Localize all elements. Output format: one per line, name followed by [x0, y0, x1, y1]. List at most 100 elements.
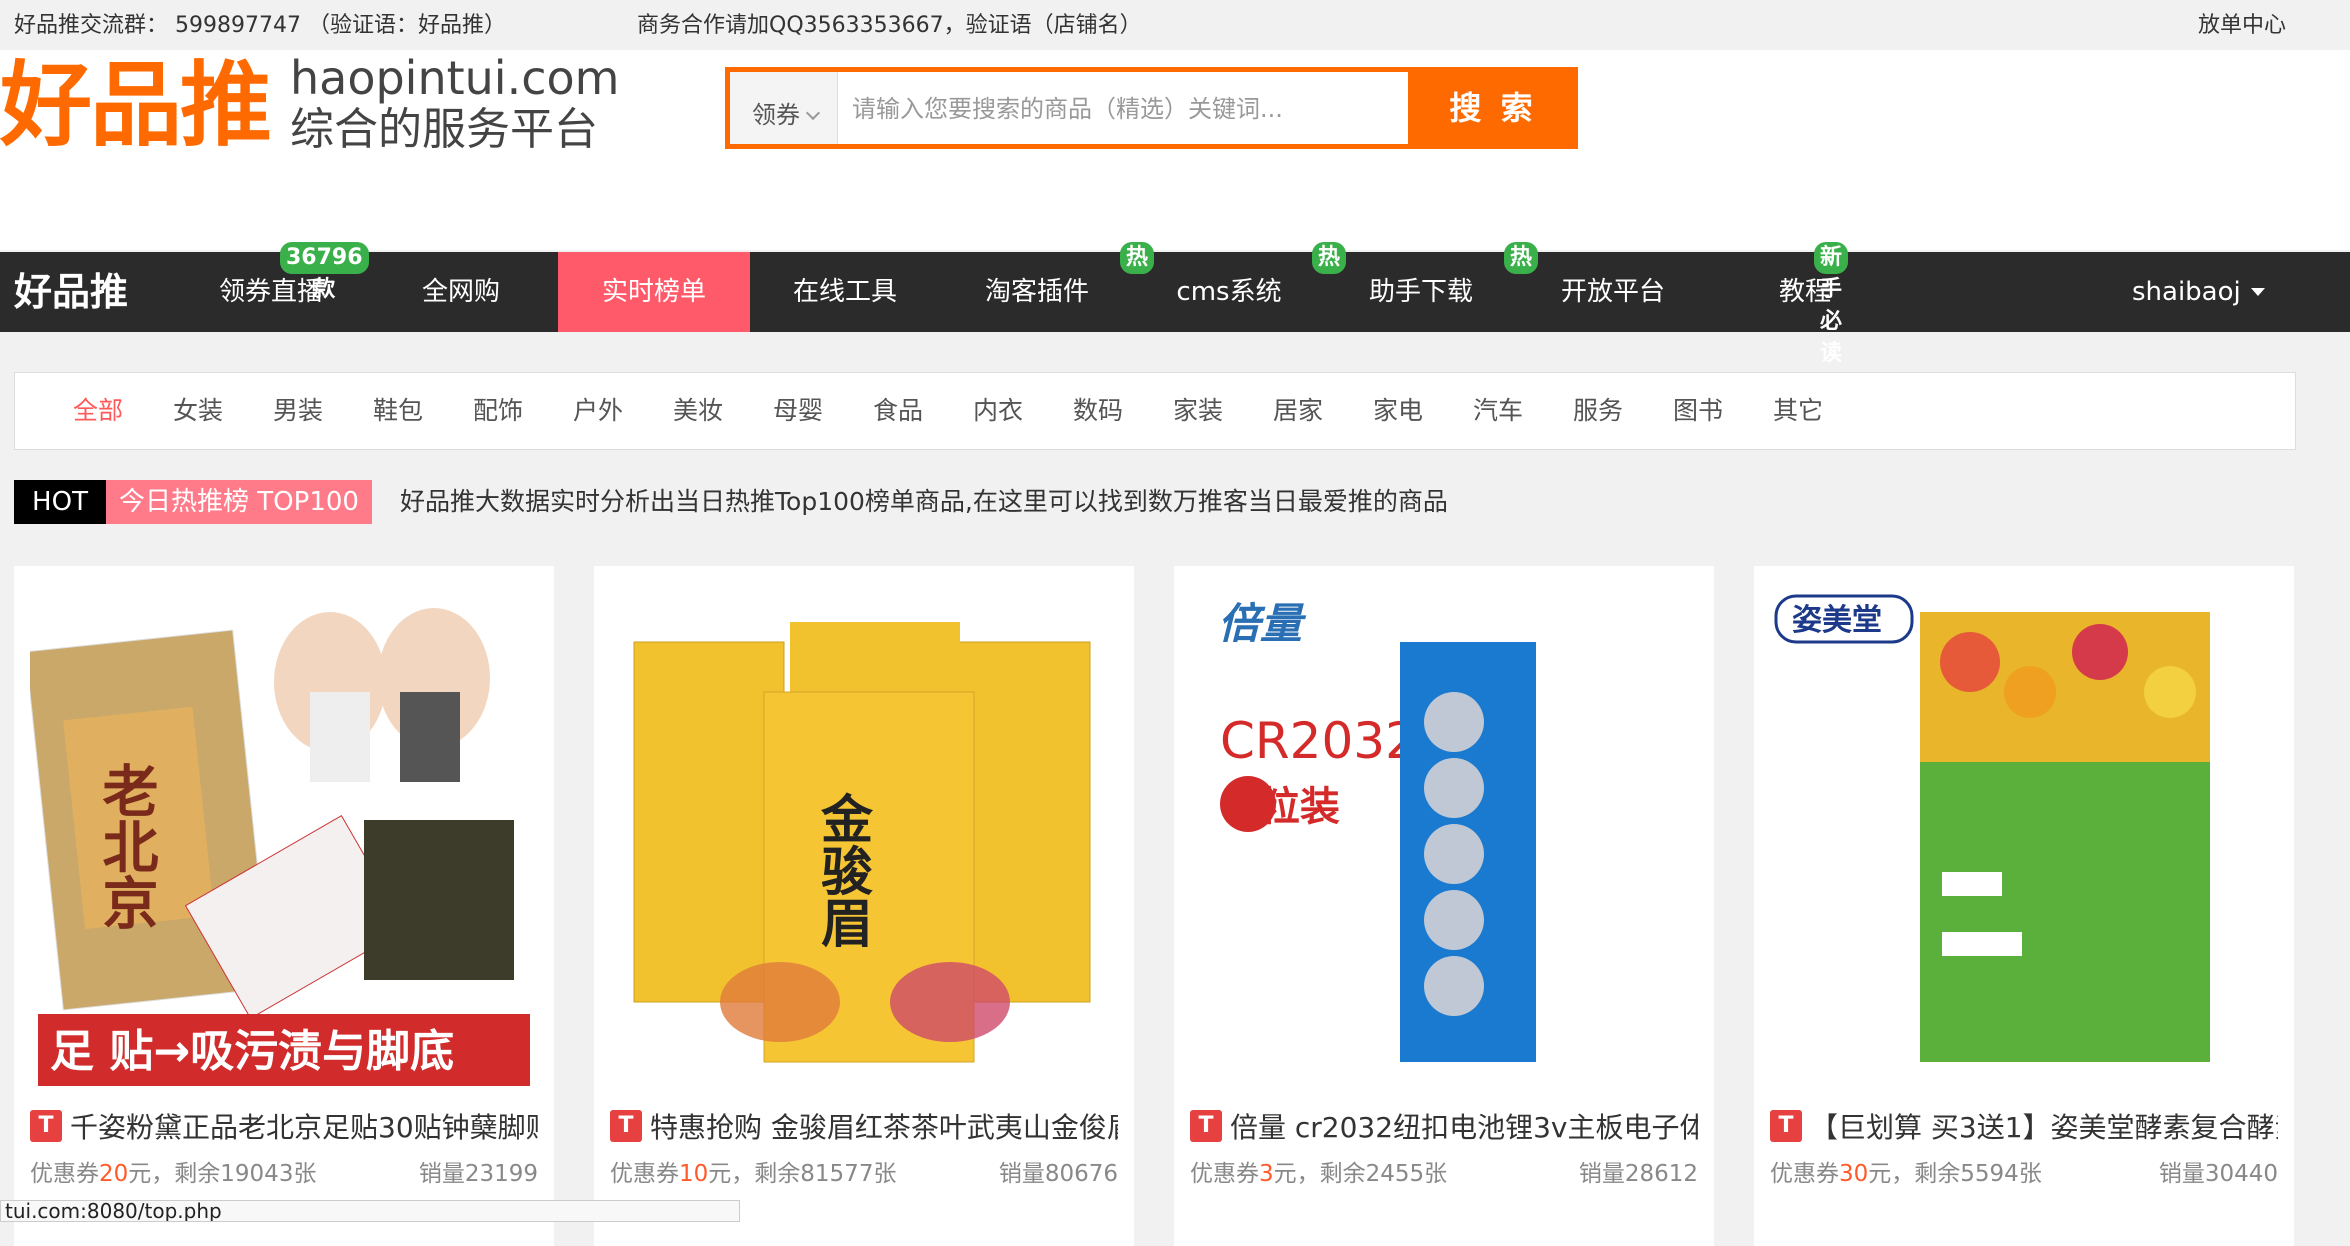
category-item[interactable]: 全部: [73, 393, 123, 429]
product-title-text: 特惠抢购 金骏眉红茶茶叶武夷山金俊眉: [650, 1111, 1118, 1144]
product-title[interactable]: T 倍量 cr2032纽扣电池锂3v主板电子体重: [1190, 1106, 1698, 1150]
search-input[interactable]: [852, 84, 1412, 134]
chevron-down-icon: [805, 105, 821, 121]
tmall-icon: T: [1770, 1110, 1802, 1142]
product-image-brand: 老北京: [93, 762, 159, 930]
group-info: 好品推交流群： 599897747 （验证语：好品推）: [14, 13, 506, 38]
product-coupon: 优惠券10元，剩余81577张: [610, 1156, 896, 1192]
coupon-remaining: 元，剩余19043张: [128, 1161, 317, 1187]
nav-item-label: 开放平台: [1560, 277, 1665, 307]
coupon-label: 优惠券: [1770, 1161, 1839, 1187]
username: shaibaoj: [2132, 277, 2241, 307]
product-title[interactable]: T 【巨划算 买3送1】姿美堂酵素复合酵素: [1770, 1106, 2278, 1150]
search-button[interactable]: 搜 索: [1408, 67, 1578, 149]
hot-title: 今日热推榜 TOP100: [106, 480, 372, 524]
user-menu[interactable]: shaibaoj: [2132, 252, 2265, 332]
category-item[interactable]: 家电: [1373, 393, 1423, 429]
business-info: 商务合作请加QQ3563353667，验证语（店铺名）: [637, 13, 1142, 38]
product-sales: 销量80676: [998, 1161, 1118, 1187]
coupon-label: 优惠券: [1190, 1161, 1259, 1187]
product-title[interactable]: T 特惠抢购 金骏眉红茶茶叶武夷山金俊眉: [610, 1106, 1118, 1150]
product-sales: 销量23199: [418, 1161, 538, 1187]
product-image-brand: 倍量: [1218, 599, 1307, 648]
nav-item-label: 助手下载: [1368, 277, 1473, 307]
product-image[interactable]: 倍量 CR2032 5粒装: [1190, 582, 1698, 1090]
category-item[interactable]: 户外: [573, 393, 623, 429]
coupon-label: 优惠券: [30, 1161, 99, 1187]
category-item[interactable]: 图书: [1673, 393, 1723, 429]
product-image[interactable]: 老北京 足 贴→吸污渍与脚底: [30, 582, 538, 1090]
nav-item-open-platform[interactable]: 开放平台: [1548, 252, 1678, 332]
nav-item-cms[interactable]: cms系统 热: [1164, 242, 1347, 332]
product-image-brand: 金骏眉: [812, 792, 874, 948]
category-item[interactable]: 食品: [873, 393, 923, 429]
search-type-select[interactable]: 领券: [730, 72, 838, 144]
coupon-label: 优惠券: [610, 1161, 679, 1187]
coupon-amount: 10: [679, 1161, 709, 1187]
hot-badge: 热: [1120, 242, 1155, 274]
tmall-icon: T: [1190, 1110, 1222, 1142]
nav-item-label: 在线工具: [792, 277, 897, 307]
coupon-amount: 20: [99, 1161, 129, 1187]
logo-text[interactable]: 好品推: [0, 56, 272, 156]
hot-description: 好品推大数据实时分析出当日热推Top100榜单商品,在这里可以找到数万推客当日最…: [400, 487, 1448, 516]
coupon-remaining: 元，剩余81577张: [708, 1161, 897, 1187]
category-item[interactable]: 女装: [173, 393, 223, 429]
main-nav: 好品推 领券直播 36796款 全网购 实时榜单 在线工具 淘客插件 热 cms…: [0, 242, 2350, 366]
coupon-amount: 3: [1259, 1161, 1274, 1187]
product-card[interactable]: 金骏眉 T 特惠抢购 金骏眉红茶茶叶武夷山金俊眉 优惠券10元，剩余81577张 …: [594, 566, 1134, 1246]
nav-item-all-web[interactable]: 全网购: [398, 252, 524, 332]
hot-badge: 热: [1504, 242, 1539, 274]
category-item[interactable]: 家装: [1173, 393, 1223, 429]
product-card[interactable]: 姿美堂 T 【巨划算 买3送1】姿美堂酵素复合酵素 优惠券30元，剩余5594张 …: [1754, 566, 2294, 1246]
coupon-remaining: 元，剩余2455张: [1273, 1161, 1448, 1187]
category-item[interactable]: 母婴: [773, 393, 823, 429]
product-title[interactable]: T 千姿粉黛正品老北京足贴30贴钟蘖脚贴: [30, 1106, 538, 1150]
category-item[interactable]: 鞋包: [373, 393, 423, 429]
new-user-badge: 新手必读: [1814, 242, 1849, 366]
tmall-icon: T: [30, 1110, 62, 1142]
category-item[interactable]: 内衣: [973, 393, 1023, 429]
nav-brand[interactable]: 好品推: [14, 266, 128, 318]
nav-item-realtime-rank[interactable]: 实时榜单: [558, 252, 750, 332]
category-filter: 全部 女装 男装 鞋包 配饰 户外 美妆 母婴 食品 内衣 数码 家装 居家 家…: [14, 372, 2296, 450]
logo-slogan: 综合的服务平台: [290, 104, 598, 155]
release-center-link[interactable]: 放单中心: [2198, 7, 2286, 39]
nav-item-label: 实时榜单: [601, 277, 706, 307]
coupon-amount: 30: [1839, 1161, 1869, 1187]
product-title-text: 倍量 cr2032纽扣电池锂3v主板电子体重: [1230, 1111, 1698, 1144]
nav-item-assistant-download[interactable]: 助手下载 热: [1356, 242, 1539, 332]
nav-item-label: 领券直播: [218, 277, 323, 307]
caret-down-icon: [2250, 288, 2265, 296]
product-sales: 销量30440: [2158, 1161, 2278, 1187]
search-type-label: 领券: [752, 101, 800, 129]
logo-domain: haopintui.com: [290, 51, 620, 105]
nav-badge: 36796款: [280, 242, 369, 302]
product-image-caption: 足 贴→吸污渍与脚底: [50, 1026, 454, 1077]
nav-item-coupon-live[interactable]: 领券直播 36796款: [200, 242, 369, 332]
category-item[interactable]: 男装: [273, 393, 323, 429]
hot-tag: HOT: [14, 480, 106, 524]
nav-item-plugin[interactable]: 淘客插件 热: [972, 242, 1155, 332]
product-image[interactable]: 金骏眉: [610, 582, 1118, 1090]
search-box: 领券 搜 索: [725, 67, 1578, 149]
category-item[interactable]: 服务: [1573, 393, 1623, 429]
category-item[interactable]: 汽车: [1473, 393, 1523, 429]
category-item[interactable]: 数码: [1073, 393, 1123, 429]
category-item[interactable]: 其它: [1773, 393, 1823, 429]
product-title-text: 千姿粉黛正品老北京足贴30贴钟蘖脚贴: [70, 1111, 538, 1144]
category-item[interactable]: 居家: [1273, 393, 1323, 429]
product-image[interactable]: 姿美堂: [1770, 582, 2278, 1090]
nav-item-tutorial[interactable]: 教程 新手必读: [1770, 242, 1849, 366]
nav-item-online-tools[interactable]: 在线工具: [780, 252, 910, 332]
category-item[interactable]: 配饰: [473, 393, 523, 429]
browser-status-bar: tui.com:8080/top.php: [0, 1200, 740, 1222]
product-image-brand: 姿美堂: [1792, 603, 1882, 638]
product-card[interactable]: 倍量 CR2032 5粒装 T 倍量 cr2032纽扣电池锂3v主板电子体重 优惠…: [1174, 566, 1714, 1246]
tmall-icon: T: [610, 1110, 642, 1142]
product-image-subcaption: 5粒装: [1232, 784, 1340, 830]
product-card[interactable]: 老北京 足 贴→吸污渍与脚底 T 千姿粉黛正品老北京足贴30贴钟蘖脚贴 优惠券20…: [14, 566, 554, 1246]
product-coupon: 优惠券20元，剩余19043张: [30, 1156, 316, 1192]
category-item[interactable]: 美妆: [673, 393, 723, 429]
hot-badge: 热: [1312, 242, 1347, 274]
